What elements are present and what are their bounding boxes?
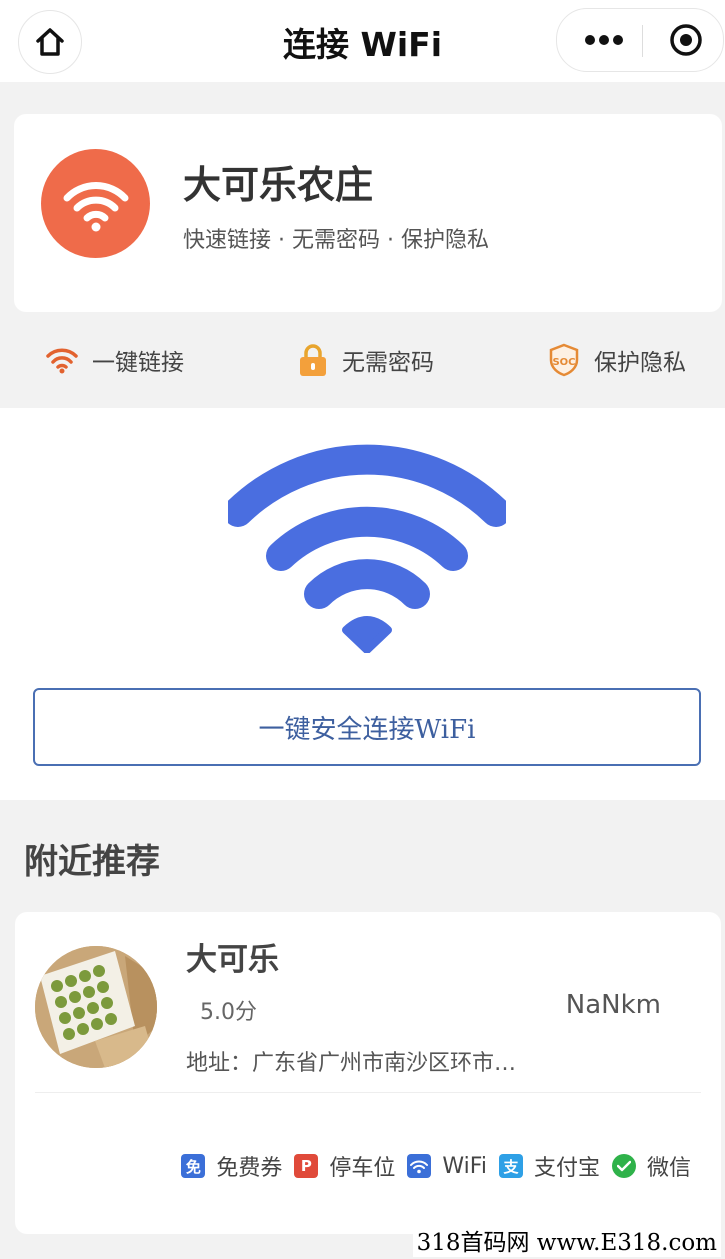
shop-card: 大可乐农庄 快速链接 · 无需密码 · 保护隐私 xyxy=(14,114,722,312)
feature-one-click: 一键链接 xyxy=(46,342,184,378)
feature-privacy: SOC 保护隐私 xyxy=(548,342,686,378)
service-tags: 免 免费券 P 停车位 WiFi 支 支付宝 微信 xyxy=(169,1150,691,1182)
close-target-icon[interactable] xyxy=(669,23,703,57)
lock-icon xyxy=(300,344,326,376)
navigation-bar: 连接 WiFi xyxy=(0,0,725,82)
one-click-connect-button[interactable]: 一键安全连接WiFi xyxy=(33,688,701,766)
fruit-box-image xyxy=(35,946,157,1068)
shop-name: 大可乐农庄 xyxy=(183,163,374,207)
store-rating: 5.0分 xyxy=(200,1000,257,1025)
shop-logo xyxy=(41,149,150,258)
alipay-icon: 支 xyxy=(498,1154,523,1178)
wifi-icon xyxy=(63,181,128,231)
recommendation-card[interactable]: 大可乐 5.0分 NaNkm 地址：广东省广州市南沙区环市… 免 免费券 P 停… xyxy=(15,912,721,1234)
wifi-icon xyxy=(228,444,506,653)
more-icon[interactable] xyxy=(583,26,625,54)
soc-shield-icon: SOC xyxy=(549,343,579,377)
mini-program-capsule xyxy=(556,8,724,72)
tag-wifi: WiFi xyxy=(407,1154,487,1179)
parking-icon: P xyxy=(294,1154,319,1178)
watermark: 318首码网 www.E318.com xyxy=(412,1223,721,1257)
store-name: 大可乐 xyxy=(186,942,279,978)
feature-label: 无需密码 xyxy=(342,350,434,376)
feature-no-password: 无需密码 xyxy=(298,342,434,378)
tag-label: 免费券 xyxy=(216,1156,283,1181)
coupon-icon: 免 xyxy=(181,1154,206,1178)
tag-wechat: 微信 xyxy=(611,1150,691,1182)
tag-label: 微信 xyxy=(646,1156,691,1181)
connect-section: 一键安全连接WiFi xyxy=(0,408,725,800)
wechat-icon xyxy=(611,1154,636,1178)
store-photo xyxy=(35,946,157,1068)
capsule-divider xyxy=(642,25,643,57)
wifi-icon xyxy=(46,348,78,374)
feature-label: 一键链接 xyxy=(92,350,184,376)
section-title-nearby: 附近推荐 xyxy=(24,842,160,882)
shop-tagline: 快速链接 · 无需密码 · 保护隐私 xyxy=(183,228,489,253)
tag-label: 支付宝 xyxy=(533,1156,600,1181)
wifi-icon xyxy=(407,1154,432,1178)
store-address: 地址：广东省广州市南沙区环市… xyxy=(186,1051,517,1076)
tag-parking: P 停车位 xyxy=(294,1150,395,1182)
divider xyxy=(35,1092,701,1093)
tag-coupon: 免 免费券 xyxy=(181,1150,282,1182)
store-distance: NaNkm xyxy=(565,990,661,1020)
feature-label: 保护隐私 xyxy=(594,350,686,376)
feature-strip: 一键链接 无需密码 SOC 保护隐私 xyxy=(0,330,725,390)
tag-label: 停车位 xyxy=(329,1156,396,1181)
tag-alipay: 支 支付宝 xyxy=(498,1150,600,1182)
svg-text:SOC: SOC xyxy=(552,357,575,368)
tag-label: WiFi xyxy=(442,1153,487,1179)
